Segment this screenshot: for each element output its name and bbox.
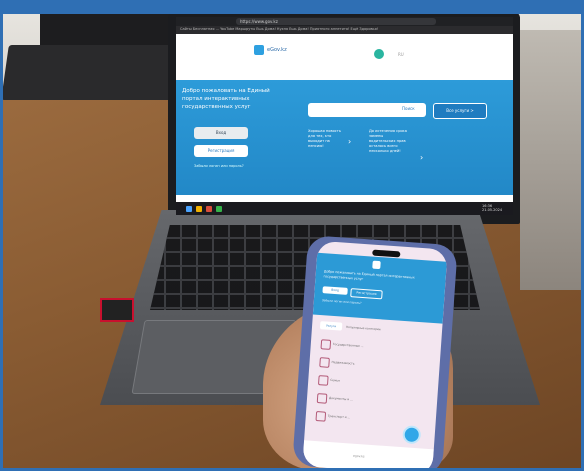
photo-scene: ASUS https://www.gov.kz Сайты Бесплатная… <box>0 0 584 471</box>
image-frame <box>0 0 584 471</box>
